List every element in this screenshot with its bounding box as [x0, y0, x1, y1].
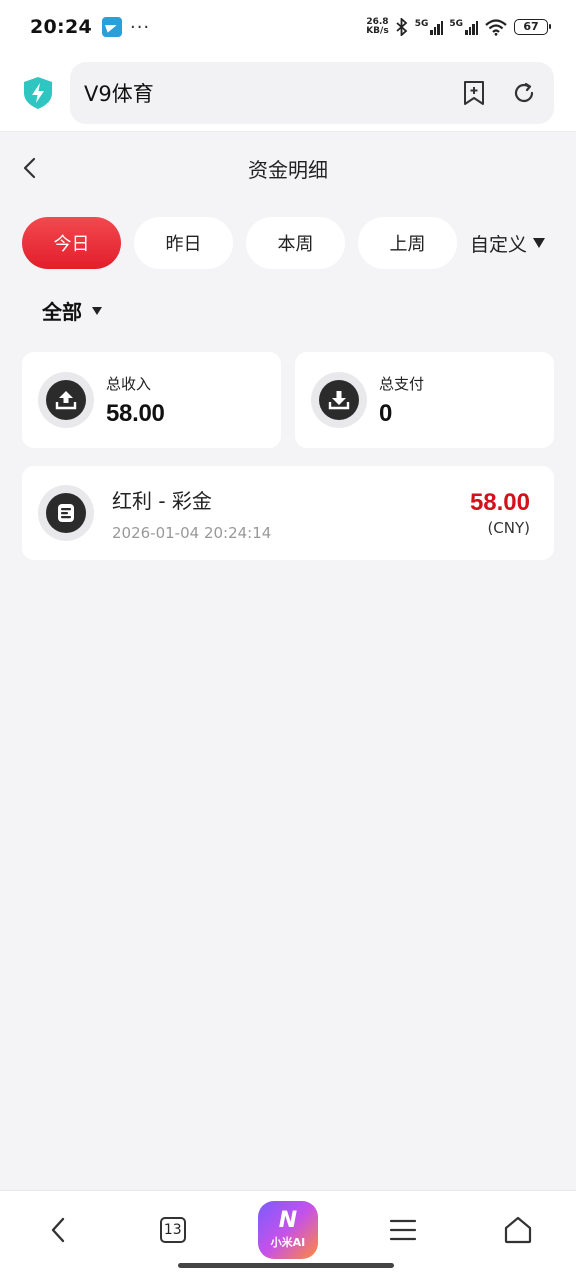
battery-icon: 67 [514, 19, 551, 35]
bluetooth-icon [396, 18, 408, 36]
back-button[interactable] [16, 152, 44, 184]
url-field[interactable]: V9体育 [70, 61, 554, 124]
nav-back-button[interactable] [0, 1199, 115, 1261]
upload-icon [38, 372, 94, 428]
chevron-left-icon [51, 1217, 64, 1243]
expense-summary-card: 总支付 0 [295, 352, 554, 448]
expense-label: 总支付 [379, 374, 425, 393]
income-value: 58.00 [106, 399, 165, 427]
record-title: 红利 - 彩金 [112, 488, 212, 513]
record-type-icon [38, 485, 94, 541]
browser-address-bar: V9体育 [0, 54, 576, 132]
menu-button[interactable] [346, 1199, 461, 1261]
home-button[interactable] [461, 1199, 576, 1261]
record-time: 2026-01-04 20:24:14 [112, 523, 272, 542]
category-dropdown[interactable]: 全部 [42, 296, 102, 325]
tab-this-week[interactable]: 本周 [246, 217, 345, 269]
telegram-icon [101, 17, 122, 37]
status-bar: 20:24 ··· 26.8 KB/s 5G 5G 67 [0, 0, 576, 54]
refresh-icon[interactable] [510, 79, 538, 107]
list-item[interactable]: 红利 - 彩金 2026-01-04 20:24:14 58.00 (CNY) [22, 466, 554, 560]
category-label: 全部 [42, 300, 82, 324]
tab-count: 13 [159, 1217, 186, 1243]
download-icon [311, 372, 367, 428]
signal-icon: 5G [415, 19, 444, 35]
bookmark-add-icon[interactable] [460, 79, 488, 107]
sim2-label: 5G [449, 19, 463, 29]
ai-glyph: N [278, 1208, 298, 1233]
home-indicator[interactable] [178, 1263, 394, 1268]
home-icon [505, 1216, 532, 1244]
caret-down-icon [533, 238, 546, 248]
income-label: 总收入 [106, 374, 152, 393]
network-speed: 26.8 KB/s [366, 18, 388, 36]
sim1-label: 5G [414, 19, 429, 29]
income-summary-card: 总收入 58.00 [22, 352, 281, 448]
status-time: 20:24 [30, 16, 92, 38]
page-title: 资金明细 [248, 157, 328, 182]
chevron-left-icon [23, 157, 36, 179]
date-filter-tabs: 今日 昨日 本周 上周 自定义 [22, 217, 562, 269]
tabs-button[interactable]: 13 [115, 1199, 230, 1261]
url-text[interactable]: V9体育 [84, 78, 438, 108]
wifi-icon [485, 19, 507, 36]
shield-icon[interactable] [22, 76, 54, 110]
signal-icon-2: 5G [449, 19, 478, 35]
caret-down-icon [92, 306, 102, 315]
tab-last-week[interactable]: 上周 [358, 217, 457, 269]
page-header: 资金明细 [0, 132, 576, 204]
tab-custom-range[interactable]: 自定义 [470, 230, 546, 257]
status-indicators: 26.8 KB/s 5G 5G 67 [366, 18, 551, 36]
ai-label: 小米AI [270, 1236, 306, 1249]
menu-icon [390, 1219, 417, 1241]
expense-value: 0 [379, 399, 393, 427]
record-currency: (CNY) [487, 519, 530, 537]
ai-assistant-icon: N 小米AI [257, 1201, 318, 1259]
record-amount: 58.00 [469, 489, 530, 516]
network-speed-unit: KB/s [366, 26, 389, 36]
tab-today[interactable]: 今日 [22, 217, 121, 269]
tab-yesterday[interactable]: 昨日 [134, 217, 233, 269]
tab-custom-label: 自定义 [470, 233, 528, 256]
more-notifications-icon: ··· [129, 16, 151, 38]
ai-assistant-button[interactable]: N 小米AI [230, 1199, 345, 1261]
